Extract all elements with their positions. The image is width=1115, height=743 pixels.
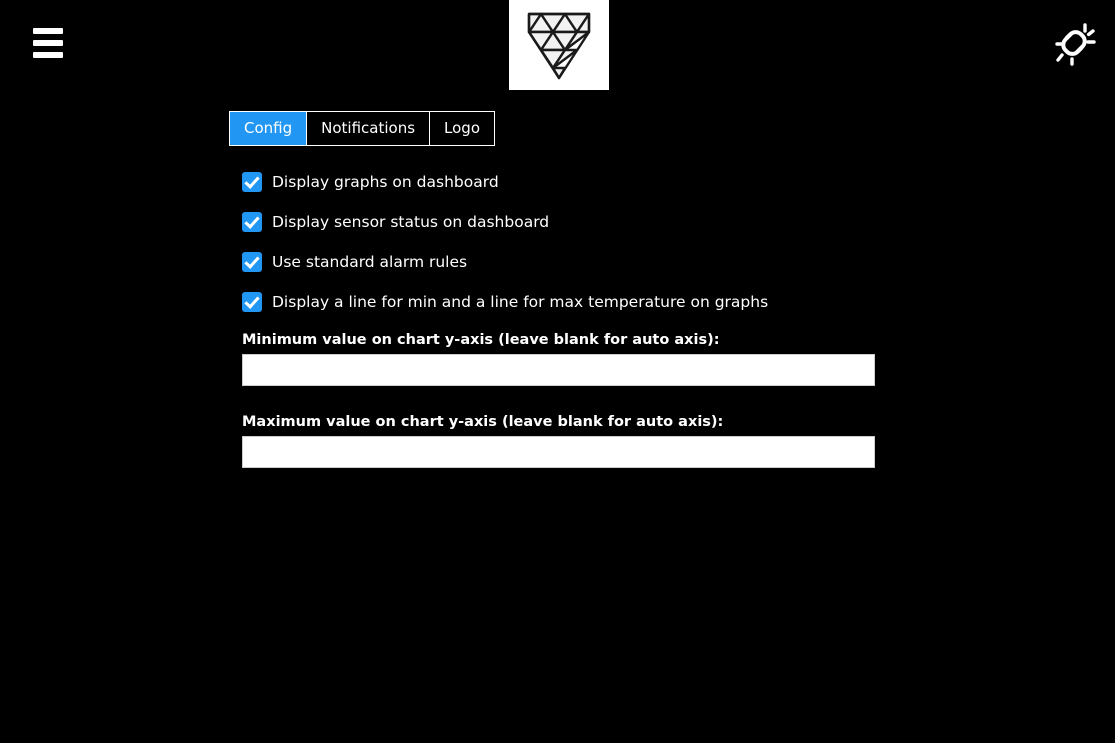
settings-tab-bar: Config Notifications Logo (229, 111, 496, 146)
setting-row-display-graphs: Display graphs on dashboard (242, 172, 942, 192)
tab-notifications[interactable]: Notifications (307, 112, 431, 145)
checkbox-label-min-max-lines[interactable]: Display a line for min and a line for ma… (272, 293, 768, 311)
setting-row-min-max-lines: Display a line for min and a line for ma… (242, 292, 942, 312)
checkbox-label-display-sensor-status[interactable]: Display sensor status on dashboard (272, 213, 549, 231)
hamburger-bar-3 (33, 52, 63, 58)
checkbox-display-graphs[interactable] (242, 172, 262, 192)
setting-row-standard-alarm-rules: Use standard alarm rules (242, 252, 942, 272)
setting-row-display-sensor-status: Display sensor status on dashboard (242, 212, 942, 232)
checkbox-display-sensor-status[interactable] (242, 212, 262, 232)
broken-link-icon[interactable] (1047, 16, 1101, 70)
minimum-axis-input[interactable] (242, 354, 875, 386)
app-header (0, 0, 1115, 90)
checkbox-label-standard-alarm-rules[interactable]: Use standard alarm rules (272, 253, 467, 271)
maximum-axis-label: Maximum value on chart y-axis (leave bla… (242, 414, 724, 430)
hamburger-bar-1 (33, 28, 63, 34)
config-tab-panel: Display graphs on dashboard Display sens… (242, 172, 942, 468)
tab-config[interactable]: Config (230, 112, 308, 145)
checkbox-min-max-lines[interactable] (242, 292, 262, 312)
maximum-axis-input[interactable] (242, 436, 875, 468)
tab-logo[interactable]: Logo (430, 112, 495, 145)
checkbox-label-display-graphs[interactable]: Display graphs on dashboard (272, 173, 499, 191)
checkbox-standard-alarm-rules[interactable] (242, 252, 262, 272)
minimum-axis-label: Minimum value on chart y-axis (leave bla… (242, 332, 720, 348)
hamburger-menu-icon[interactable] (33, 28, 63, 58)
diamond-logo-icon (509, 0, 609, 90)
hamburger-bar-2 (33, 40, 63, 46)
